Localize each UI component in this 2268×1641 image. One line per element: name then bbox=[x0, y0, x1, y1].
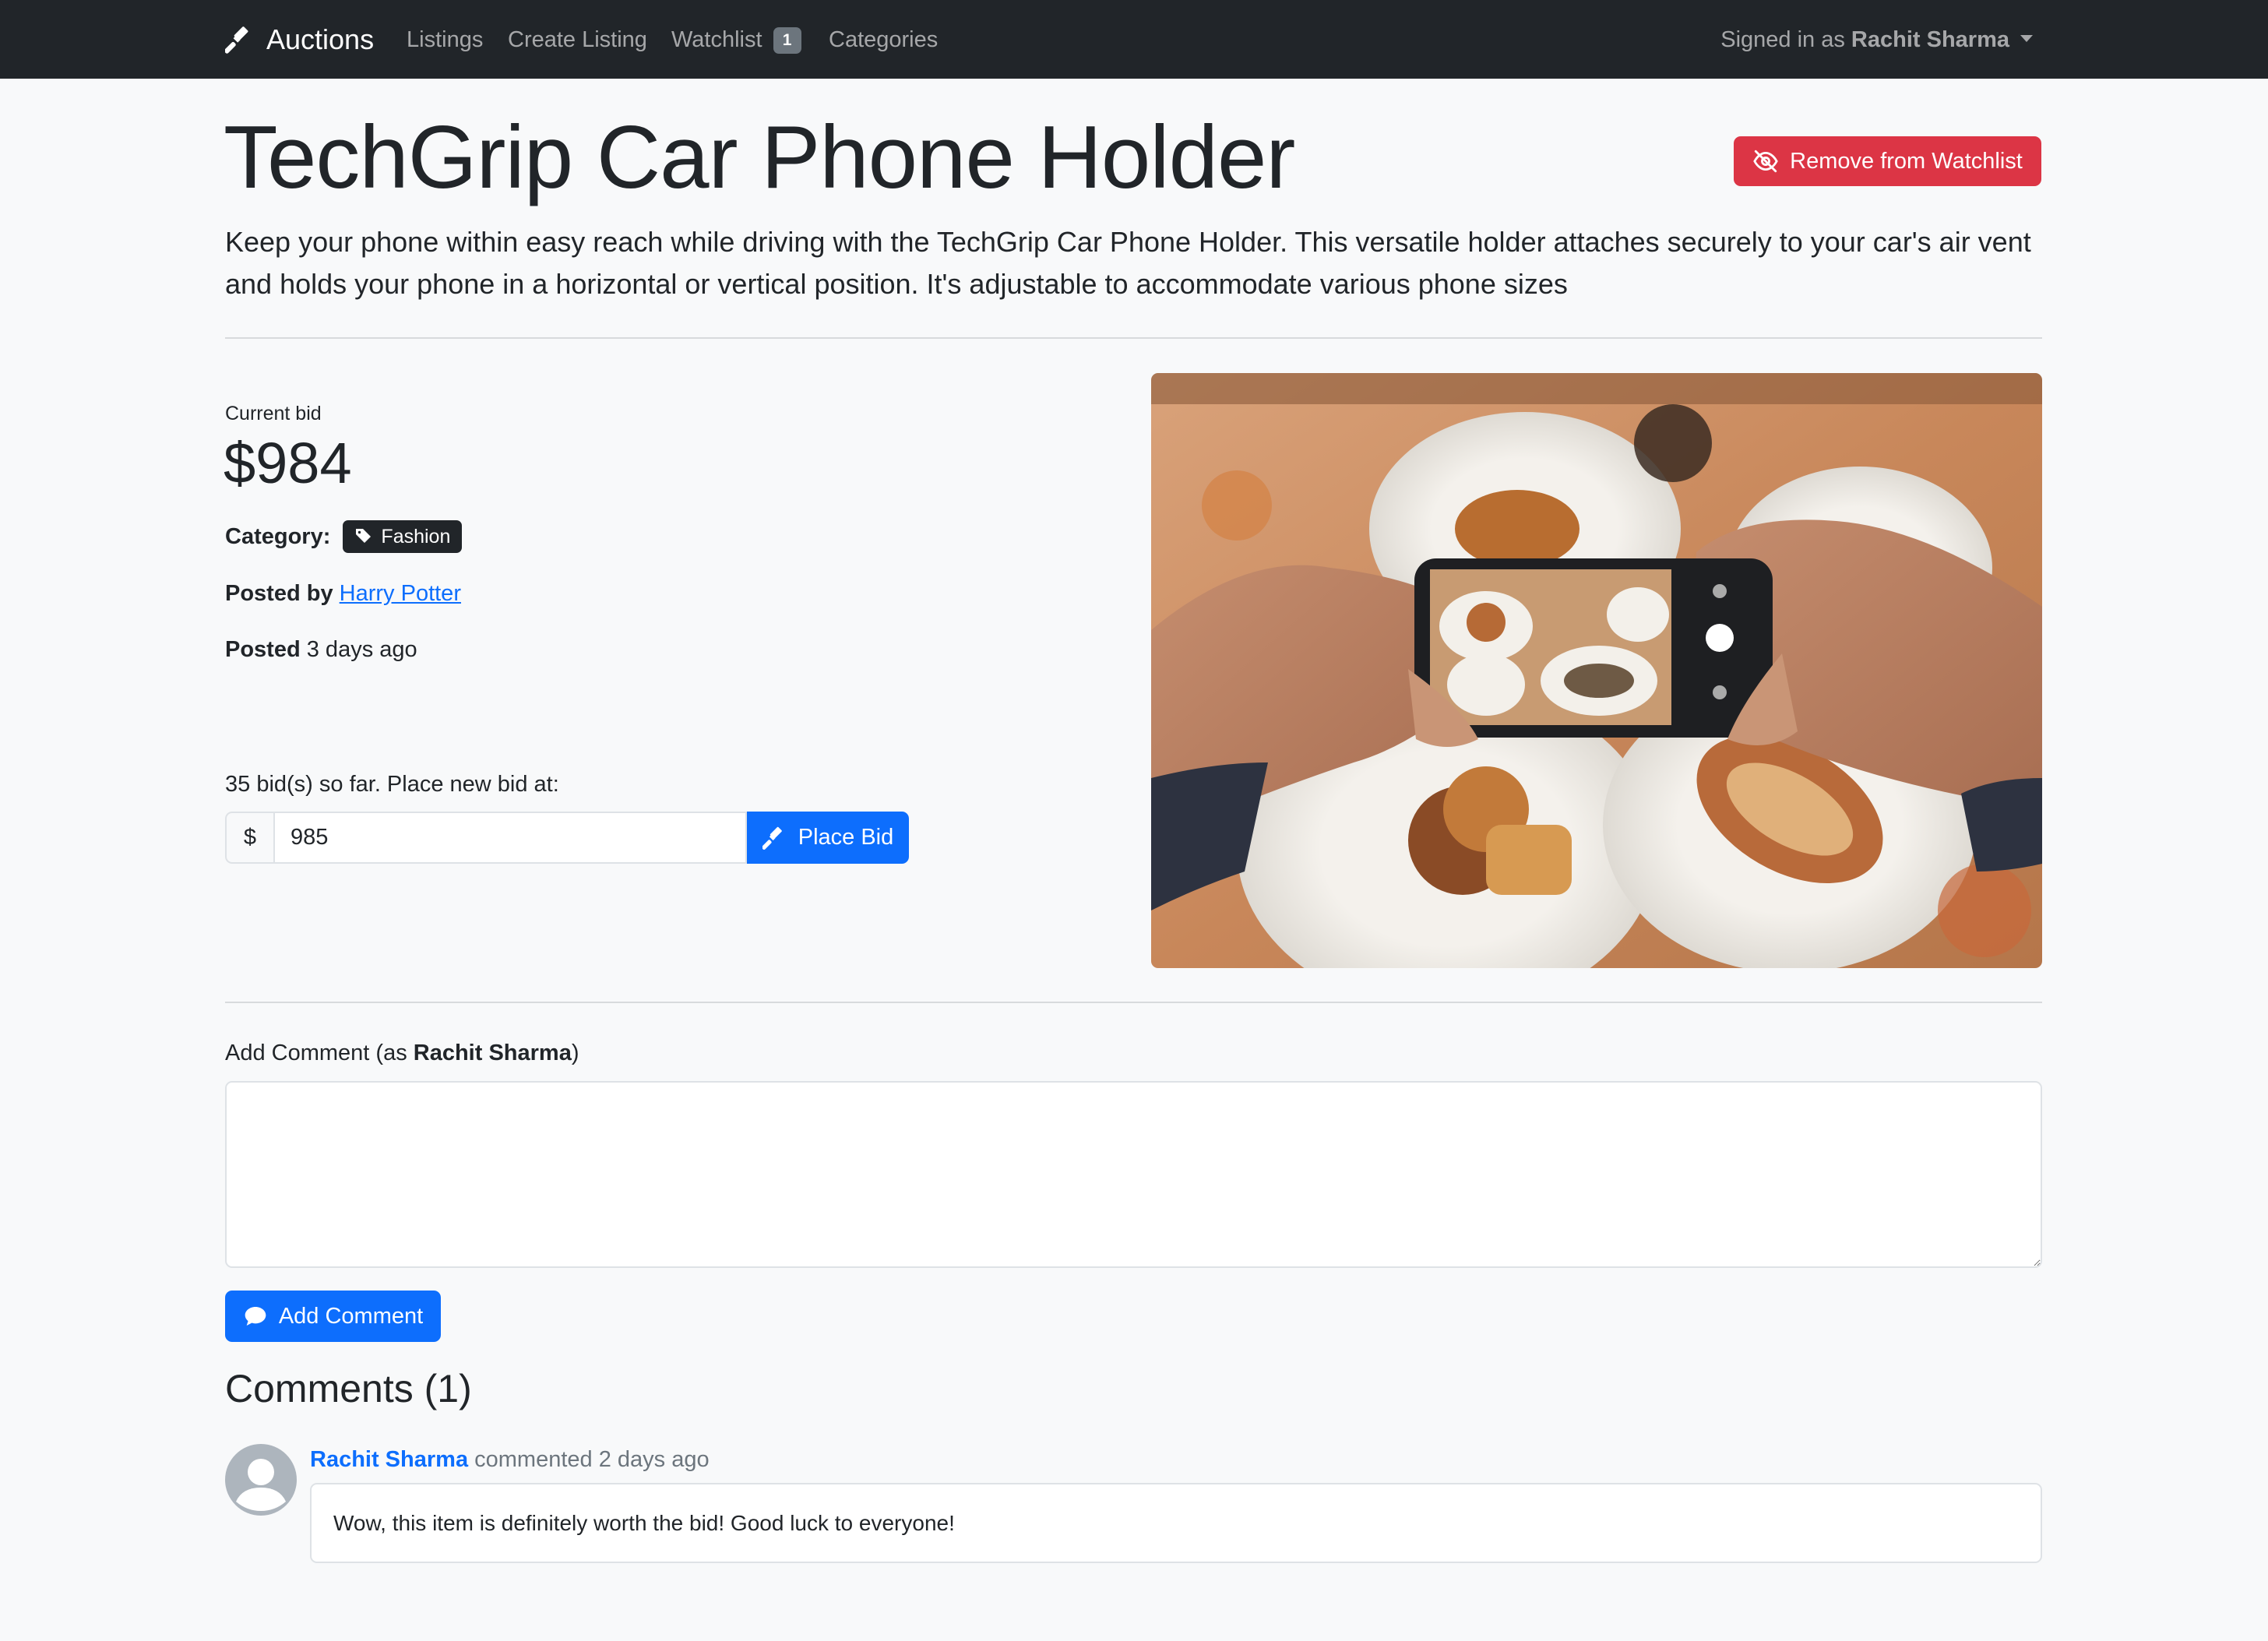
gavel-icon bbox=[225, 26, 248, 54]
photo-of-hands-holding-phone-over-food bbox=[1151, 373, 2042, 968]
speech-bubble-icon bbox=[245, 1307, 266, 1326]
nav-listings[interactable]: Listings bbox=[407, 23, 483, 56]
bid-summary: 35 bid(s) so far. Place new bid at: bbox=[225, 772, 559, 797]
category-row: Category: Fashion bbox=[225, 520, 463, 553]
comment-timestamp: commented 2 days ago bbox=[468, 1447, 710, 1472]
avatar-icon bbox=[225, 1444, 297, 1516]
comment-text: Wow, this item is definitely worth the b… bbox=[333, 1511, 955, 1535]
brand-name: Auctions bbox=[266, 23, 375, 55]
add-comment-label: Add Comment (as Rachit Sharma) bbox=[225, 1037, 579, 1069]
posted-by-row: Posted by Harry Potter bbox=[225, 577, 461, 610]
comment-meta: Rachit Sharma commented 2 days ago bbox=[310, 1443, 710, 1476]
place-bid-button[interactable]: Place Bid bbox=[747, 812, 909, 864]
nav-create-listing[interactable]: Create Listing bbox=[508, 23, 647, 56]
remove-from-watchlist-label: Remove from Watchlist bbox=[1790, 148, 2023, 174]
category-value: Fashion bbox=[381, 526, 451, 548]
gavel-icon bbox=[762, 826, 782, 850]
comment-textarea[interactable] bbox=[225, 1081, 2042, 1268]
add-comment-button[interactable]: Add Comment bbox=[225, 1291, 441, 1342]
place-bid-label: Place Bid bbox=[798, 825, 894, 850]
comments-heading: Comments (1) bbox=[225, 1367, 472, 1410]
bid-amount-input[interactable] bbox=[273, 812, 747, 864]
seller-link[interactable]: Harry Potter bbox=[340, 581, 461, 606]
category-badge[interactable]: Fashion bbox=[343, 520, 463, 553]
posted-row: Posted 3 days ago bbox=[225, 633, 417, 666]
divider-middle bbox=[225, 1002, 2042, 1003]
tags-icon bbox=[356, 529, 372, 543]
signed-in-user: Rachit Sharma bbox=[1851, 27, 2009, 52]
caret-down-icon bbox=[2020, 35, 2033, 42]
signed-in-prefix: Signed in as bbox=[1720, 27, 1851, 52]
posted-by-label: Posted by bbox=[225, 581, 333, 606]
currency-prefix: $ bbox=[225, 812, 273, 864]
nav-watchlist-label: Watchlist bbox=[671, 27, 762, 52]
comment-card: Wow, this item is definitely worth the b… bbox=[310, 1483, 2042, 1563]
add-comment-label-prefix: Add Comment (as bbox=[225, 1041, 414, 1065]
add-comment-label-text: Add Comment bbox=[278, 1303, 424, 1329]
divider-top bbox=[225, 337, 2042, 339]
nav-categories[interactable]: Categories bbox=[829, 23, 938, 56]
product-image bbox=[1151, 373, 2042, 968]
current-bid-value: $984 bbox=[224, 431, 352, 495]
add-comment-label-suffix: ) bbox=[571, 1041, 579, 1065]
navbar: Auctions Listings Create Listing Watchli… bbox=[0, 0, 2268, 79]
nav-watchlist[interactable]: Watchlist 1 bbox=[671, 23, 801, 56]
bid-form: $ Place Bid bbox=[225, 812, 909, 864]
comment-author-link[interactable]: Rachit Sharma bbox=[310, 1447, 468, 1472]
brand-link[interactable]: Auctions bbox=[225, 22, 374, 58]
add-comment-user: Rachit Sharma bbox=[413, 1041, 572, 1065]
posted-time: 3 days ago bbox=[306, 637, 417, 662]
listing-description: Keep your phone within easy reach while … bbox=[225, 226, 2031, 300]
eye-slash-icon bbox=[1753, 150, 1778, 173]
watchlist-count-badge: 1 bbox=[773, 27, 801, 54]
remove-from-watchlist-button[interactable]: Remove from Watchlist bbox=[1734, 136, 2041, 186]
posted-label: Posted bbox=[225, 637, 301, 662]
listing-title: TechGrip Car Phone Holder bbox=[224, 108, 1295, 207]
current-bid-label: Current bid bbox=[225, 403, 322, 424]
category-label: Category: bbox=[225, 524, 331, 549]
user-dropdown[interactable]: Signed in as Rachit Sharma bbox=[1720, 23, 2033, 56]
